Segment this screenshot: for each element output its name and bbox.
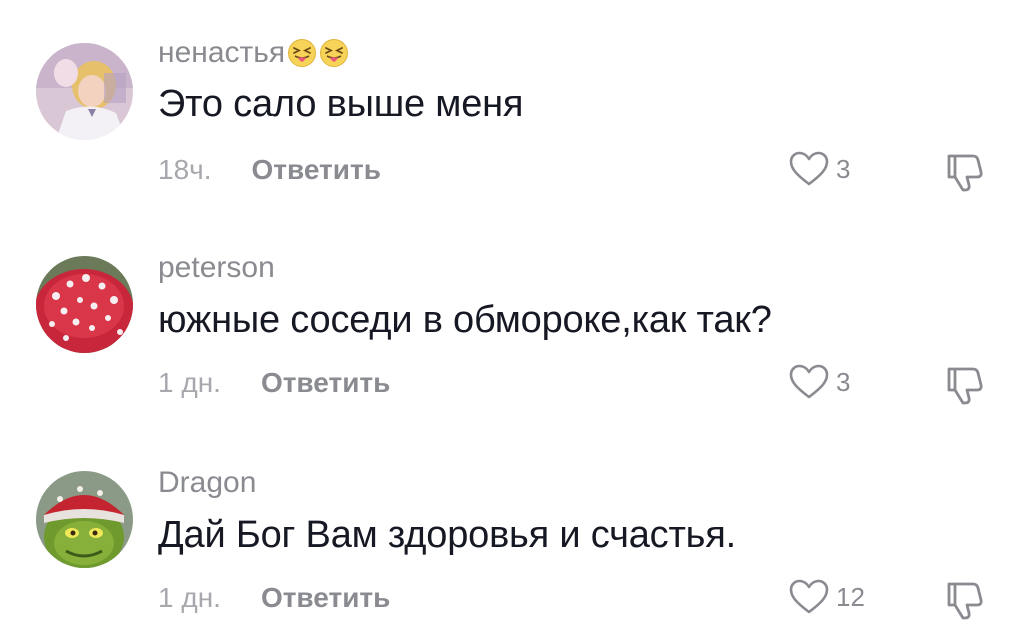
like-count: 3 bbox=[836, 153, 851, 184]
heart-icon bbox=[789, 579, 829, 614]
comment-text: Это сало выше меня bbox=[158, 83, 524, 125]
username-text: ненастья bbox=[158, 36, 286, 69]
dislike-button[interactable] bbox=[943, 150, 989, 199]
avatar[interactable] bbox=[36, 256, 133, 353]
like-button[interactable]: 3 bbox=[788, 363, 850, 401]
timestamp: 1 дн. bbox=[158, 582, 221, 613]
heart-icon bbox=[789, 151, 829, 186]
thumbs-down-icon bbox=[947, 582, 983, 620]
username[interactable]: peterson bbox=[158, 251, 275, 285]
username[interactable]: Dragon bbox=[158, 466, 256, 500]
cartoon-princess-avatar-icon bbox=[36, 43, 133, 140]
comment-meta: 1 дн. Ответить bbox=[158, 582, 390, 614]
username-text: Dragon bbox=[158, 466, 257, 499]
avatar[interactable] bbox=[36, 43, 133, 140]
squinting-face-with-tongue-icon bbox=[320, 39, 349, 67]
comment-item: Dragon Дай Бог Вам здоровья и счастья. 1… bbox=[0, 430, 1024, 630]
thumbs-down-icon bbox=[947, 367, 983, 405]
username-text: peterson bbox=[158, 251, 275, 284]
squinting-face-with-tongue-icon bbox=[288, 39, 317, 67]
dislike-button[interactable] bbox=[943, 363, 989, 412]
dislike-button[interactable] bbox=[943, 578, 989, 627]
username[interactable]: ненастья bbox=[158, 36, 349, 70]
green-character-red-hat-avatar-icon bbox=[36, 471, 133, 568]
like-button[interactable]: 3 bbox=[788, 150, 850, 188]
avatar[interactable] bbox=[36, 471, 133, 568]
comment-meta: 1 дн. Ответить bbox=[158, 367, 390, 399]
timestamp: 18ч. bbox=[158, 154, 212, 185]
timestamp: 1 дн. bbox=[158, 367, 221, 398]
comment-item: ненастья Это сало выше меня 18ч. Ответит… bbox=[0, 0, 1024, 200]
reply-button[interactable]: Ответить bbox=[252, 154, 381, 186]
comment-text: южные соседи в обмороке,как так? bbox=[158, 299, 772, 341]
like-count: 3 bbox=[836, 366, 851, 397]
fly-agaric-mushroom-avatar-icon bbox=[36, 256, 133, 353]
thumbs-down-icon bbox=[947, 154, 983, 192]
like-count: 12 bbox=[836, 581, 865, 612]
reply-button[interactable]: Ответить bbox=[261, 582, 390, 614]
comment-item: peterson южные соседи в обмороке,как так… bbox=[0, 215, 1024, 415]
like-button[interactable]: 12 bbox=[788, 578, 865, 616]
heart-icon bbox=[789, 364, 829, 399]
reply-button[interactable]: Ответить bbox=[261, 367, 390, 399]
comment-meta: 18ч. Ответить bbox=[158, 154, 381, 186]
comment-text: Дай Бог Вам здоровья и счастья. bbox=[158, 514, 737, 556]
